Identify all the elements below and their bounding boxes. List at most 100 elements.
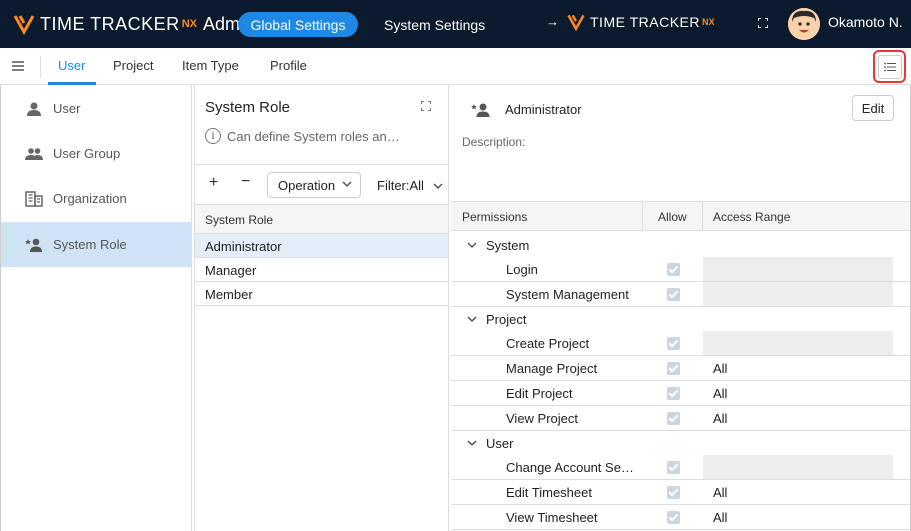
table-row[interactable]: Manager — [195, 258, 448, 282]
add-role-button[interactable]: + — [209, 174, 218, 192]
permission-label: View Timesheet — [506, 510, 598, 525]
panel-title: System Role — [205, 99, 291, 116]
role-name: Administrator — [205, 239, 282, 254]
permission-row: Edit Timesheet All — [451, 480, 910, 505]
allow-checkbox[interactable] — [667, 486, 680, 499]
column-header[interactable]: System Role — [205, 213, 273, 227]
table-header: System Role — [195, 204, 448, 234]
sidebar: User User Group Organization System Role — [0, 85, 192, 531]
access-range-cell[interactable]: All — [703, 356, 893, 380]
section-system[interactable]: System — [451, 233, 910, 257]
permission-row: Edit Project All — [451, 381, 910, 406]
table-row[interactable]: Member — [195, 282, 448, 306]
sidebar-item-organization[interactable]: Organization — [1, 176, 192, 221]
column-header-allow: Allow — [658, 210, 687, 224]
access-range-value: All — [713, 361, 728, 376]
permission-label: Manage Project — [506, 361, 598, 376]
logo2-nx: NX — [701, 17, 715, 27]
role-name: Member — [205, 287, 253, 302]
logo-mark-icon — [13, 15, 35, 36]
list-icon — [883, 62, 896, 71]
permission-label: Create Project — [506, 336, 590, 351]
building-icon — [25, 190, 43, 207]
access-range-cell[interactable]: All — [703, 505, 893, 529]
section-user[interactable]: User — [451, 431, 910, 455]
divider — [702, 202, 703, 231]
allow-checkbox[interactable] — [667, 412, 680, 425]
section-label: User — [486, 436, 514, 451]
access-range-value: All — [713, 386, 728, 401]
column-header-access-range: Access Range — [713, 210, 791, 224]
role-title: Administrator — [505, 102, 582, 117]
allow-checkbox[interactable] — [667, 337, 680, 350]
access-range-cell — [703, 331, 893, 355]
operation-dropdown[interactable]: Operation — [267, 172, 361, 198]
logo-nx: NX — [181, 18, 197, 30]
allow-checkbox[interactable] — [667, 461, 680, 474]
permission-label: Edit Timesheet — [506, 485, 592, 500]
logo2-text: TIME TRACKER — [590, 14, 700, 30]
role-name: Manager — [205, 263, 257, 278]
sidebar-item-label: User Group — [53, 146, 121, 161]
operation-label: Operation — [278, 177, 336, 193]
app-header: TIME TRACKER NX Admin Global Settings Sy… — [0, 0, 911, 48]
permission-label: Change Account Se… — [506, 460, 634, 475]
access-range-cell — [703, 282, 893, 306]
sidebar-item-label: User — [53, 101, 81, 116]
panel-description: Can define System roles an… — [227, 129, 400, 144]
fullscreen-icon[interactable] — [421, 101, 431, 111]
sidebar-item-system-role[interactable]: System Role — [1, 222, 192, 267]
chevron-down-icon[interactable] — [433, 181, 443, 191]
allow-checkbox[interactable] — [667, 387, 680, 400]
allow-checkbox[interactable] — [667, 288, 680, 301]
access-range-cell[interactable]: All — [703, 480, 893, 504]
permission-label: System Management — [506, 287, 629, 302]
access-range-cell[interactable]: All — [703, 406, 893, 430]
table-row[interactable]: Administrator — [195, 234, 448, 258]
avatar[interactable] — [788, 8, 820, 40]
sidebar-item-user-group[interactable]: User Group — [1, 131, 192, 176]
permission-label: View Project — [506, 411, 579, 426]
allow-checkbox[interactable] — [667, 263, 680, 276]
sidebar-item-label: Organization — [53, 191, 127, 206]
permission-row: System Management — [451, 282, 910, 307]
global-settings-button[interactable]: Global Settings — [238, 12, 358, 37]
logo-text: TIME TRACKER — [40, 13, 180, 34]
chevron-down-icon — [467, 316, 477, 322]
access-range-cell[interactable]: All — [703, 381, 893, 405]
access-range-value: All — [713, 411, 728, 426]
list-view-button[interactable] — [873, 50, 906, 83]
allow-checkbox[interactable] — [667, 362, 680, 375]
username[interactable]: Okamoto N. — [828, 14, 903, 30]
section-project[interactable]: Project — [451, 307, 910, 331]
access-range-cell — [703, 455, 893, 479]
section-label: Project — [486, 312, 527, 327]
column-header-permissions: Permissions — [462, 210, 528, 224]
logo-mark-icon — [567, 14, 585, 32]
person-icon — [27, 102, 41, 116]
sidebar-item-label: System Role — [53, 237, 127, 252]
remove-role-button[interactable]: − — [241, 173, 250, 191]
permission-row: Change Account Se… — [451, 455, 910, 480]
tab-user[interactable]: User — [58, 58, 85, 73]
arrow-icon: → — [546, 14, 559, 29]
edit-button[interactable]: Edit — [852, 95, 894, 121]
timetracker-link[interactable]: TIME TRACKER NX — [566, 12, 715, 32]
app-logo[interactable]: TIME TRACKER NX Admin — [12, 12, 254, 36]
group-icon — [25, 147, 43, 160]
fullscreen-icon[interactable] — [758, 18, 768, 28]
permission-row: View Project All — [451, 406, 910, 431]
permission-label: Edit Project — [506, 386, 573, 401]
access-range-value: All — [713, 485, 728, 500]
section-label: System — [486, 238, 530, 253]
tab-profile[interactable]: Profile — [270, 58, 307, 73]
tab-project[interactable]: Project — [113, 58, 153, 73]
sidebar-item-user[interactable]: User — [1, 86, 192, 131]
system-settings-button[interactable]: System Settings — [384, 12, 485, 37]
permission-row: View Timesheet All — [451, 505, 910, 530]
hamburger-menu-icon[interactable] — [12, 60, 24, 72]
allow-checkbox[interactable] — [667, 511, 680, 524]
tab-item-type[interactable]: Item Type — [182, 58, 239, 73]
filter-dropdown[interactable]: Filter:All — [377, 178, 424, 193]
divider — [642, 202, 643, 231]
